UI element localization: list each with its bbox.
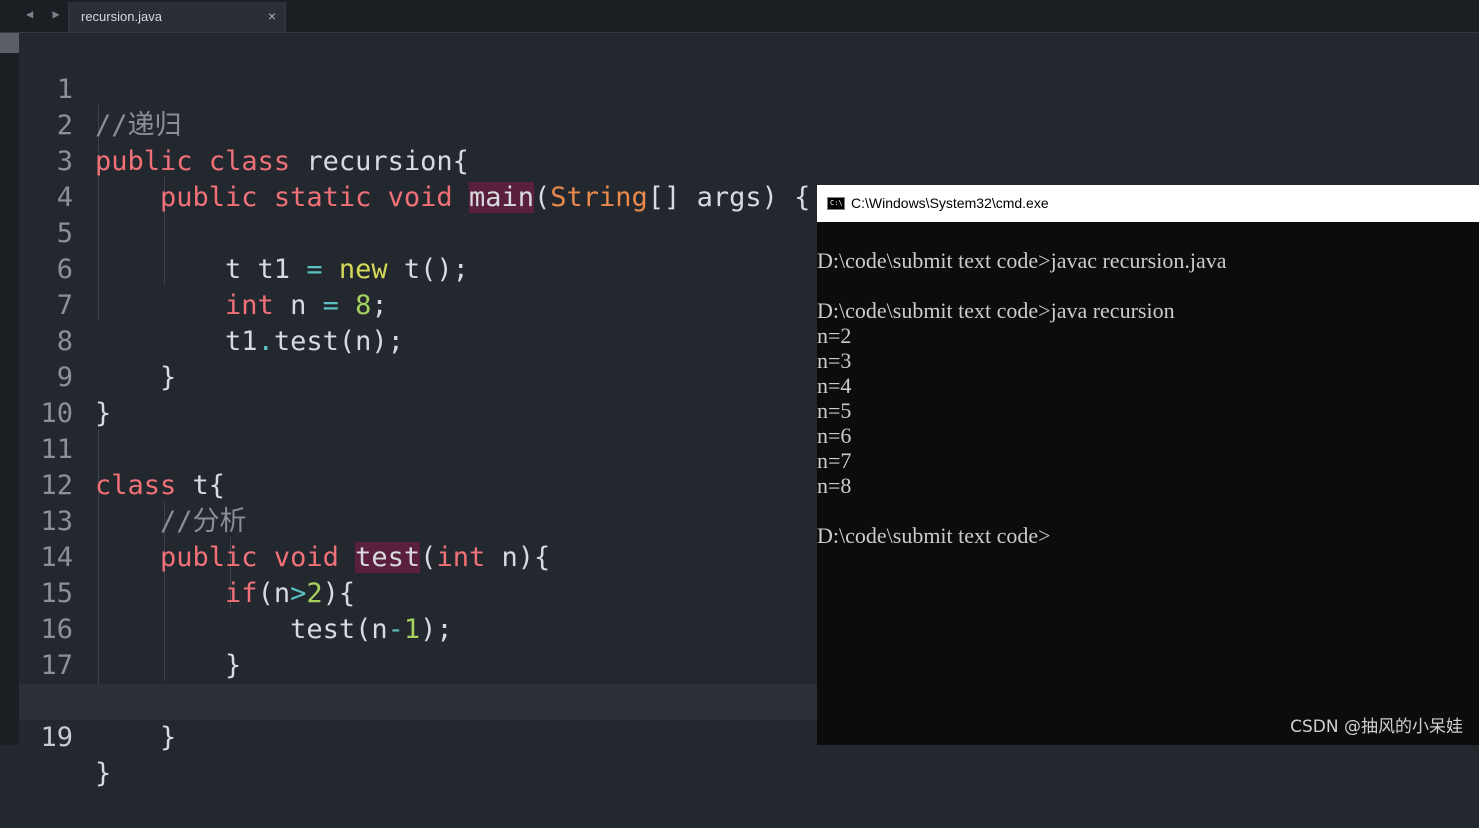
code-line: 18 } [19, 648, 819, 753]
code-line: 13 public void test(int n){ [19, 468, 819, 573]
close-icon[interactable]: × [268, 8, 276, 24]
code-line: 4 [19, 144, 819, 213]
code-line: 1 //递归 [19, 36, 819, 141]
code-line: 17 System.out.println("n="+n); [19, 612, 819, 717]
console-line: n=7 [817, 448, 852, 473]
watermark: CSDN @抽风的小呆娃 [1290, 717, 1463, 737]
code-text: } [95, 722, 177, 753]
code-line: 9 } [19, 324, 819, 429]
code-line: 2 public class recursion{ [19, 72, 819, 177]
code-line: 14 if(n>2){ [19, 504, 819, 609]
code-line: 6 int n = 8; [19, 216, 819, 321]
tab-label: recursion.java [81, 9, 162, 24]
console-line: D:\code\submit text code>javac recursion… [817, 248, 1227, 273]
code-line: 11 class t{ [19, 396, 819, 501]
console-line: n=6 [817, 423, 852, 448]
minimap-strip [0, 33, 19, 745]
cmd-icon: C:\ [827, 197, 845, 210]
console-line: n=3 [817, 348, 852, 373]
console-line: n=2 [817, 323, 852, 348]
code-line: 7 t1.test(n); [19, 252, 819, 357]
console-prompt[interactable]: D:\code\submit text code> [817, 523, 1051, 548]
code-line: 12 //分析 [19, 432, 819, 537]
console-line: n=8 [817, 473, 852, 498]
tab-nav-arrows[interactable]: ◀ ▶ [26, 7, 66, 21]
cmd-window[interactable]: C:\ C:\Windows\System32\cmd.exe D:\code\… [817, 185, 1479, 745]
cmd-titlebar[interactable]: C:\ C:\Windows\System32\cmd.exe [817, 185, 1479, 222]
tab-bar: ◀ ▶ recursion.java × [0, 0, 1479, 33]
code-text: } [95, 758, 112, 789]
code-line: 8 } [19, 288, 819, 393]
console-line: n=4 [817, 373, 852, 398]
line-number: 19 [40, 722, 73, 753]
console-line: D:\code\submit text code>java recursion [817, 298, 1175, 323]
code-line: 10 [19, 360, 819, 429]
console-line: n=5 [817, 398, 852, 423]
tab-recursion-java[interactable]: recursion.java × [68, 2, 286, 32]
code-line: 5 t t1 = new t(); [19, 180, 819, 285]
scroll-marker[interactable] [0, 33, 19, 53]
code-line: 16 } [19, 576, 819, 681]
code-line: 3 public static void main(String[] args)… [19, 108, 819, 213]
cmd-title: C:\Windows\System32\cmd.exe [851, 195, 1049, 211]
code-line: 15 test(n-1); [19, 540, 819, 645]
